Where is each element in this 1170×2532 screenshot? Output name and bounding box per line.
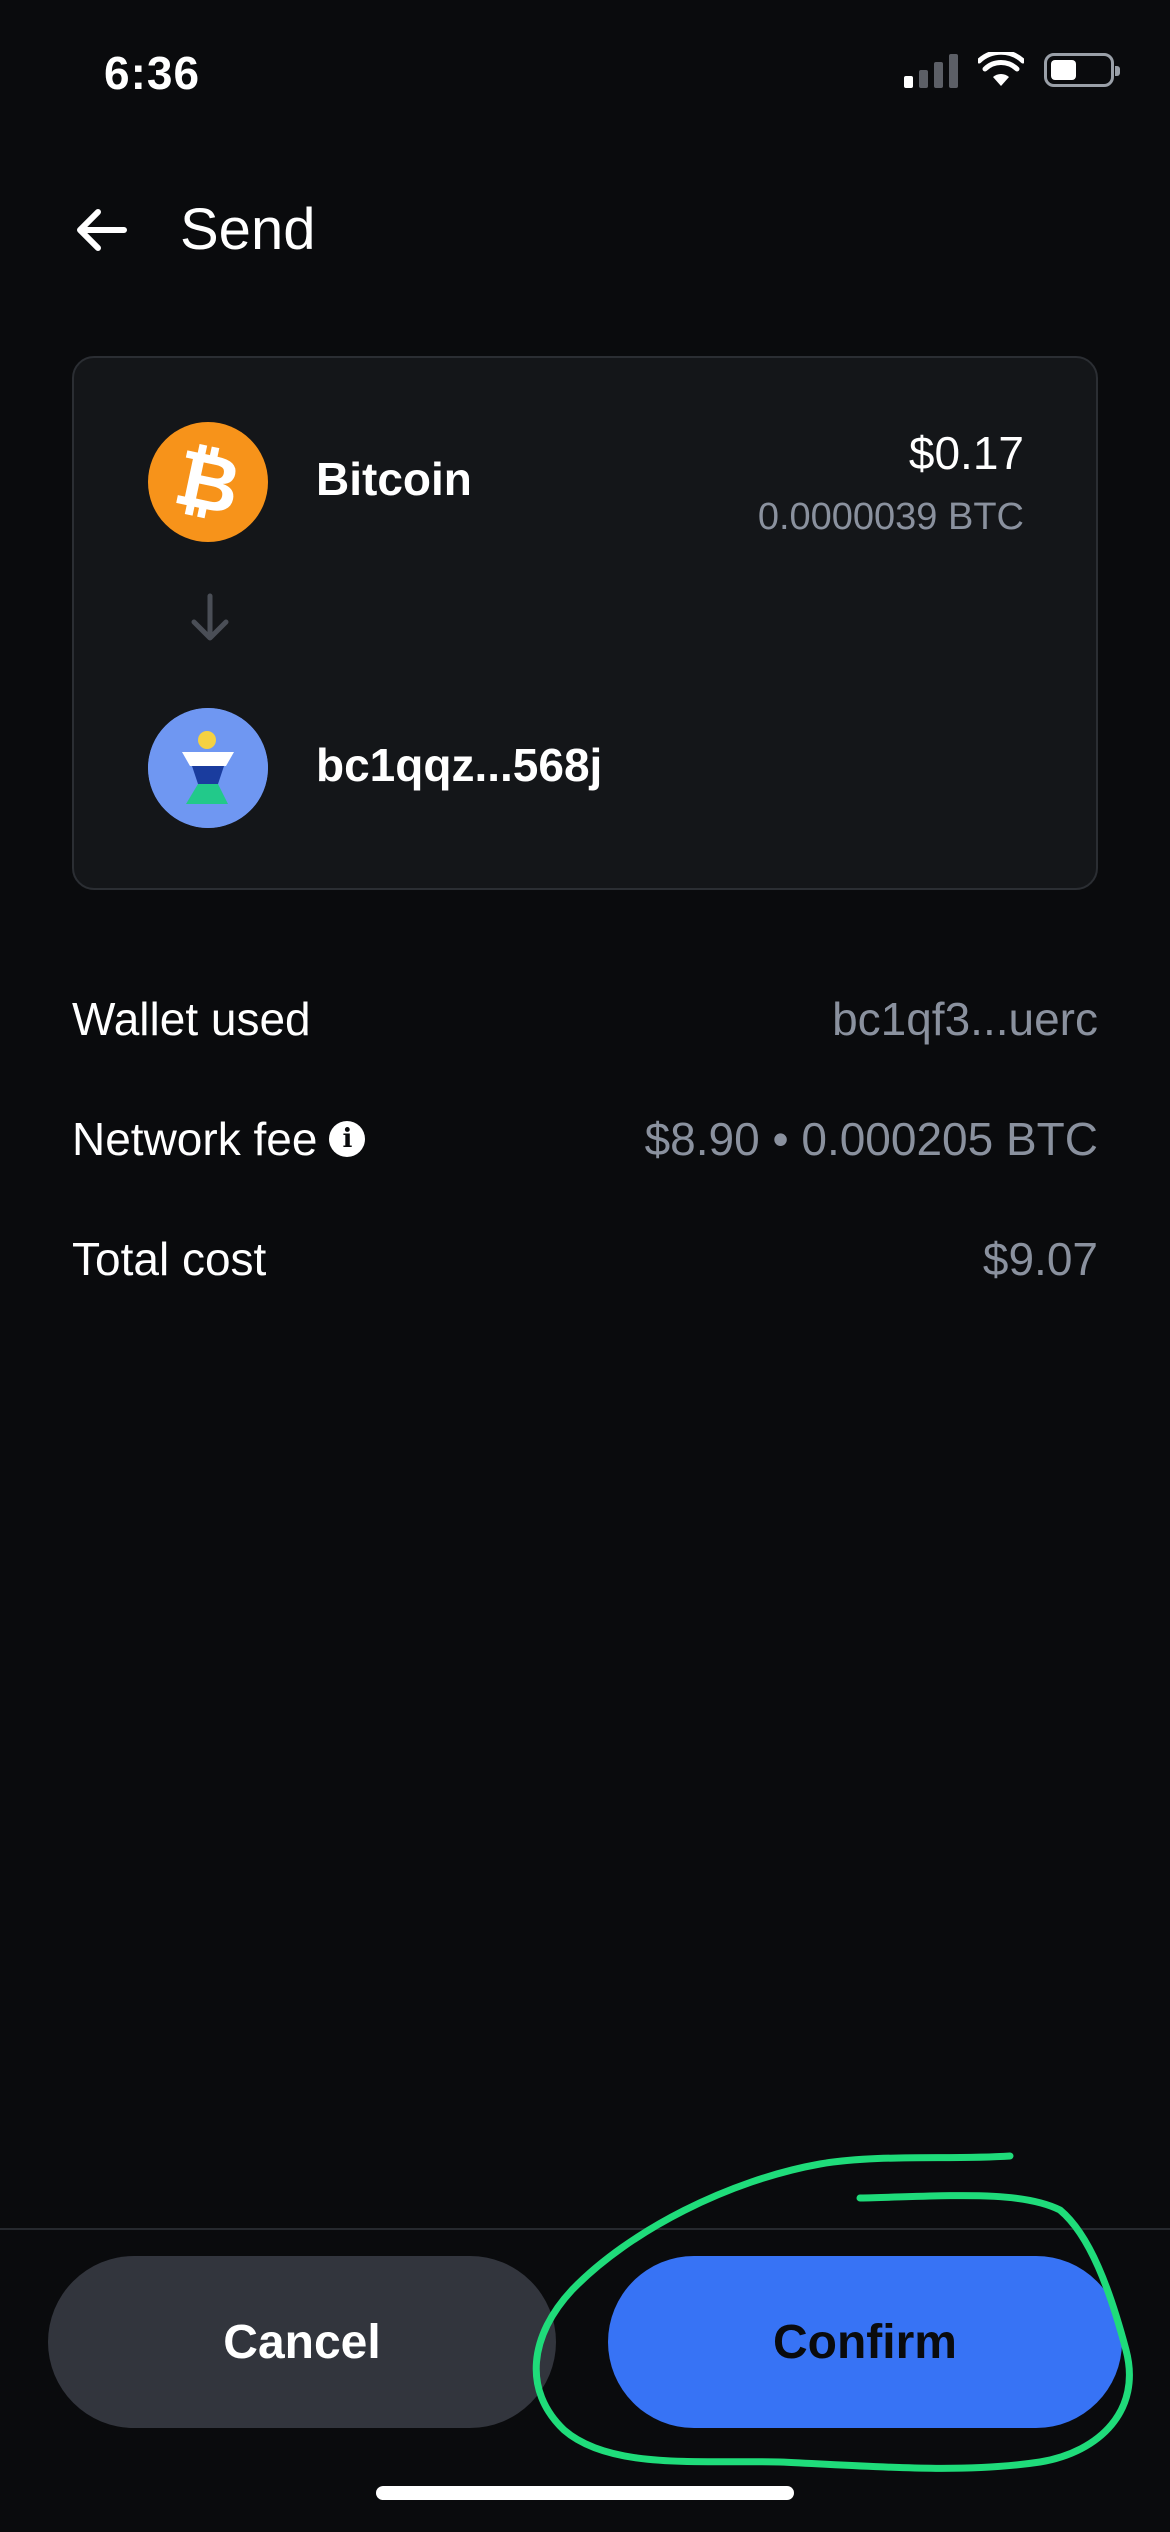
network-fee-row: Network fee i $8.90 • 0.000205 BTC [72, 1100, 1098, 1220]
recipient-avatar-icon [148, 708, 268, 828]
header: Send [0, 180, 1170, 280]
status-icons [904, 52, 1120, 88]
recipient-address: bc1qqz...568j [316, 739, 603, 791]
status-bar: 6:36 [0, 0, 1170, 150]
asset-row: ₿ Bitcoin $0.17 0.0000039 BTC [148, 422, 1024, 542]
bottom-divider [0, 2228, 1170, 2230]
asset-name: Bitcoin [316, 453, 472, 505]
transaction-details: Wallet used bc1qf3...uerc Network fee i … [72, 980, 1098, 1340]
info-icon[interactable]: i [329, 1121, 366, 1157]
total-cost-row: Total cost $9.07 [72, 1220, 1098, 1340]
home-indicator [376, 2486, 794, 2500]
total-cost-value: $9.07 [982, 1233, 1098, 1285]
back-button[interactable] [70, 198, 134, 262]
bitcoin-icon: ₿ [148, 422, 268, 542]
arrow-left-icon [77, 209, 127, 251]
arrow-down-icon [191, 593, 229, 641]
transfer-summary-card: ₿ Bitcoin $0.17 0.0000039 BTC bc1qqz...5… [72, 356, 1098, 890]
wallet-used-label: Wallet used [72, 992, 311, 1046]
network-fee-label-text: Network fee [72, 1113, 318, 1165]
send-confirmation-screen: 6:36 Send ₿ Bitcoin $0.17 0.0000039 BTC … [0, 0, 1170, 2532]
network-fee-value: $8.90 • 0.000205 BTC [644, 1113, 1098, 1165]
status-time: 6:36 [104, 47, 201, 99]
wallet-used-row: Wallet used bc1qf3...uerc [72, 980, 1098, 1100]
wallet-used-value: bc1qf3...uerc [832, 993, 1098, 1045]
cellular-signal-icon [904, 52, 958, 88]
wallet-used-label-text: Wallet used [72, 993, 311, 1045]
total-cost-label: Total cost [72, 1232, 266, 1286]
cancel-button[interactable]: Cancel [48, 2256, 556, 2428]
total-cost-label-text: Total cost [72, 1233, 267, 1285]
asset-btc-amount: 0.0000039 BTC [757, 496, 1024, 538]
wifi-icon [978, 52, 1024, 86]
confirm-button[interactable]: Confirm [608, 2256, 1122, 2428]
recipient-row: bc1qqz...568j [148, 708, 1024, 828]
network-fee-label: Network fee i [72, 1112, 366, 1166]
battery-icon [1044, 53, 1120, 87]
asset-usd-amount: $0.17 [908, 427, 1024, 479]
page-title: Send [180, 197, 316, 262]
